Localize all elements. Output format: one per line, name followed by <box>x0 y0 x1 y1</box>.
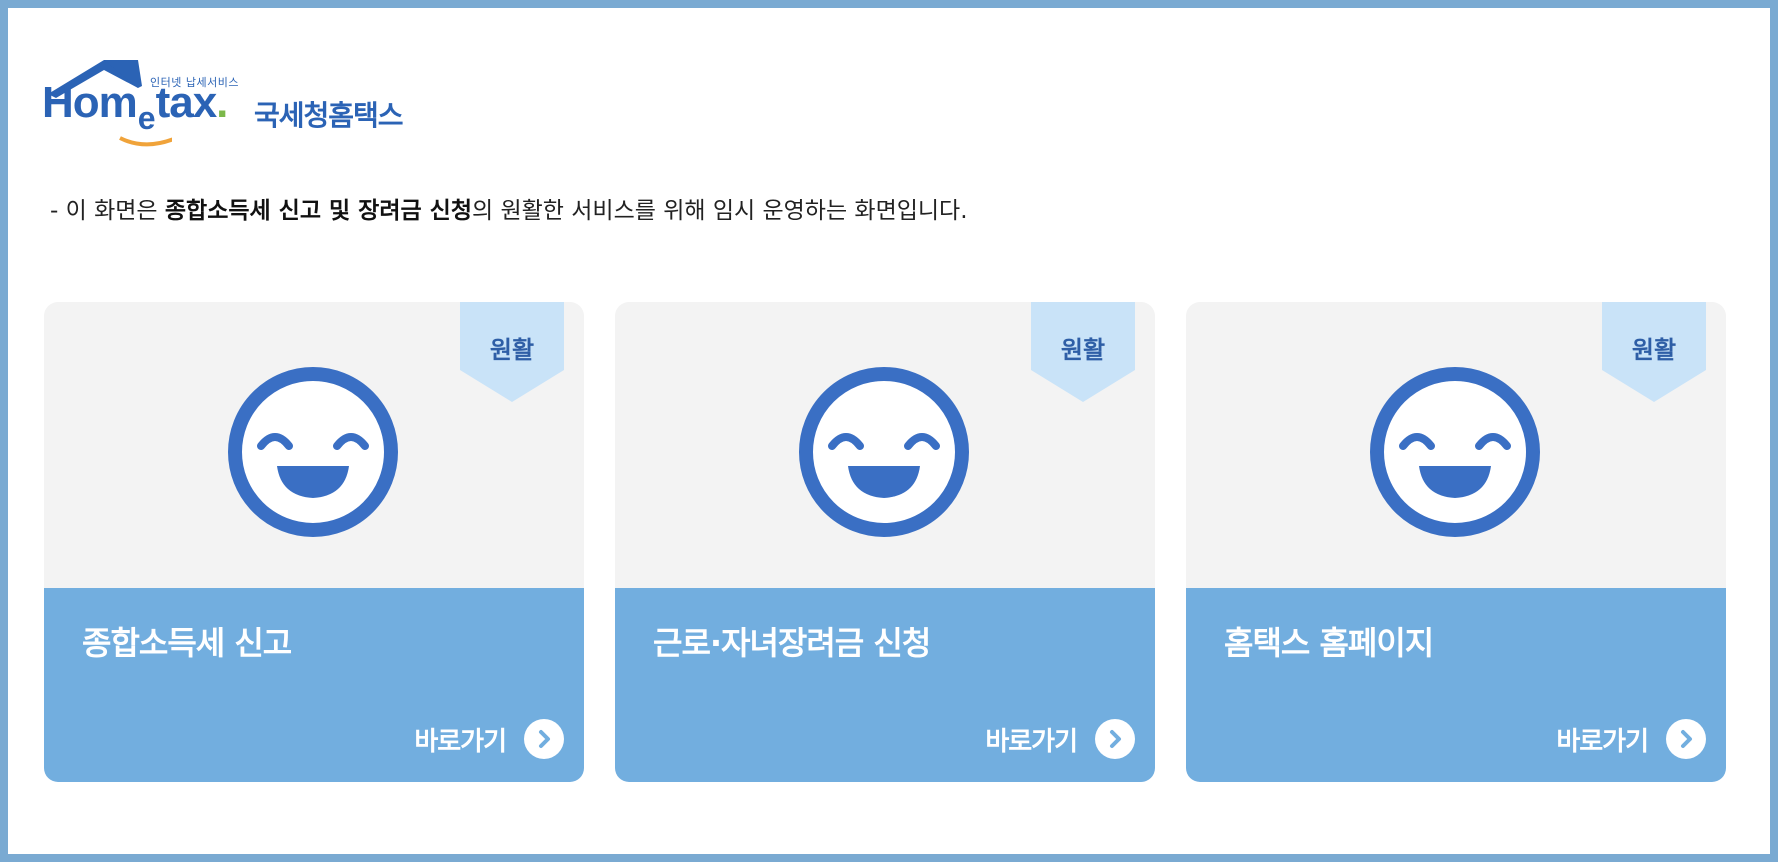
card-earned-income-credit[interactable]: 원활 근로·자녀장려금 신청 바로가기 <box>615 302 1155 782</box>
card-title: 근로·자녀장려금 신청 <box>653 624 931 662</box>
logo-brand: Hometax. <box>42 78 228 136</box>
card-status-area: 원활 <box>44 302 584 588</box>
card-title: 종합소득세 신고 <box>82 624 292 662</box>
logo-korean-name: 국세청홈택스 <box>254 99 404 132</box>
card-title: 홈택스 홈페이지 <box>1224 624 1434 662</box>
card-general-income-tax[interactable]: 원활 종합소득세 신고 바로가기 <box>44 302 584 782</box>
page-frame: 인터넷 납세서비스 Hometax. 국세청홈택스 - 이 화면은 종합소득세 … <box>0 0 1778 862</box>
go-button[interactable]: 바로가기 <box>414 718 564 760</box>
chevron-right-icon <box>1095 719 1135 759</box>
hometax-logo[interactable]: 인터넷 납세서비스 Hometax. 국세청홈택스 <box>42 58 422 154</box>
smile-icon <box>228 367 398 537</box>
card-status-area: 원활 <box>1186 302 1726 588</box>
card-hometax-homepage[interactable]: 원활 홈택스 홈페이지 바로가기 <box>1186 302 1726 782</box>
go-button[interactable]: 바로가기 <box>1556 718 1706 760</box>
smile-icon <box>1370 367 1540 537</box>
chevron-right-icon <box>524 719 564 759</box>
smile-icon <box>799 367 969 537</box>
status-badge: 원활 <box>1031 302 1135 402</box>
status-badge: 원활 <box>1602 302 1706 402</box>
go-button[interactable]: 바로가기 <box>985 718 1135 760</box>
status-badge: 원활 <box>460 302 564 402</box>
card-status-area: 원활 <box>615 302 1155 588</box>
chevron-right-icon <box>1666 719 1706 759</box>
notice-text: - 이 화면은 종합소득세 신고 및 장려금 신청의 원활한 서비스를 위해 임… <box>50 198 968 224</box>
